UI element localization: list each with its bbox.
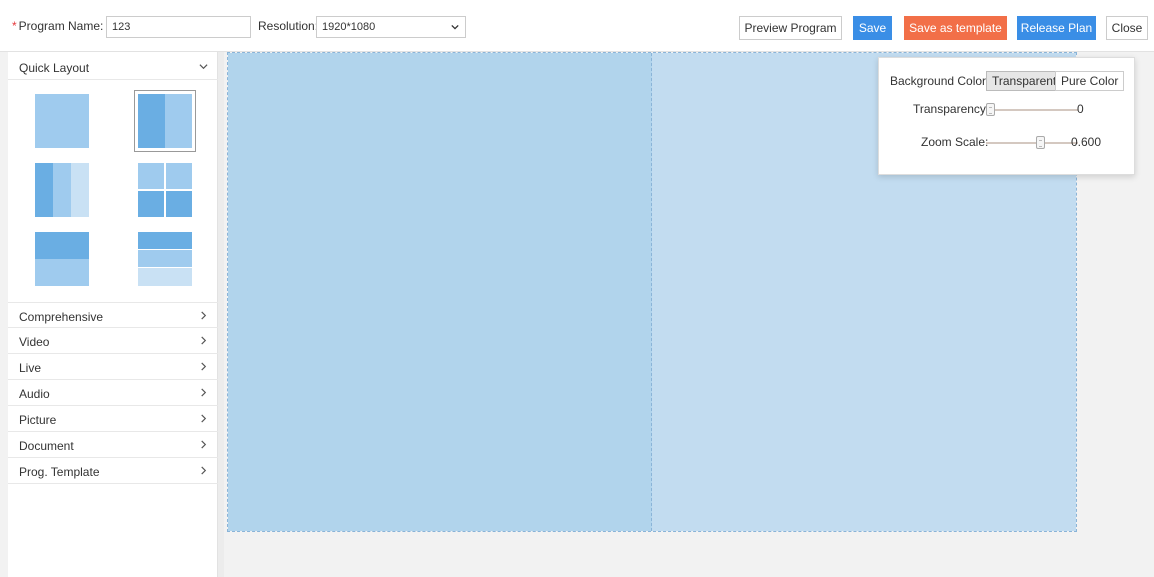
zoom-slider-track[interactable] xyxy=(986,142,1078,144)
save-button[interactable]: Save xyxy=(853,16,892,40)
category-label: Picture xyxy=(19,413,57,427)
category-label: Video xyxy=(19,335,50,349)
required-mark: * xyxy=(12,19,17,33)
widget-sidebar: Quick Layout Comprehensive Video Live Au… xyxy=(8,52,218,577)
transparency-label: Transparency: xyxy=(913,102,990,116)
layout-three-columns[interactable] xyxy=(31,159,93,221)
chevron-right-icon xyxy=(201,336,207,345)
resolution-value: 1920*1080 xyxy=(322,21,376,33)
category-video[interactable]: Video xyxy=(8,328,218,354)
sidebar-scrollbar[interactable] xyxy=(218,52,224,577)
zoom-slider-handle[interactable] xyxy=(1035,136,1045,149)
category-picture[interactable]: Picture xyxy=(8,406,218,432)
resolution-label: Resolution: xyxy=(258,19,319,33)
transparency-value: 0 xyxy=(1077,102,1084,116)
category-label: Comprehensive xyxy=(19,310,104,324)
transparency-slider-track[interactable] xyxy=(986,109,1078,111)
chevron-right-icon xyxy=(201,440,207,449)
release-plan-button[interactable]: Release Plan xyxy=(1017,16,1096,40)
chevron-right-icon xyxy=(201,466,207,475)
preview-program-button[interactable]: Preview Program xyxy=(739,16,842,40)
category-audio[interactable]: Audio xyxy=(8,380,218,406)
resolution-select[interactable]: 1920*1080 xyxy=(316,16,466,38)
category-label: Live xyxy=(19,361,42,375)
layout-three-rows[interactable] xyxy=(134,228,196,290)
chevron-right-icon xyxy=(201,311,207,320)
category-label: Document xyxy=(19,439,74,453)
background-color-label: Background Color: xyxy=(890,74,990,88)
canvas-settings-panel: Background Color: Transparent Pure Color… xyxy=(878,57,1135,175)
category-label: Audio xyxy=(19,387,50,401)
bg-transparent-option[interactable]: Transparent xyxy=(986,71,1063,91)
chevron-down-icon xyxy=(199,64,208,70)
chevron-right-icon xyxy=(201,362,207,371)
program-name-label-text: Program Name: xyxy=(18,19,104,33)
category-prog-template[interactable]: Prog. Template xyxy=(8,458,218,484)
layout-two-rows[interactable] xyxy=(31,228,93,290)
program-name-input[interactable] xyxy=(106,16,251,38)
layout-two-columns[interactable] xyxy=(134,90,196,152)
transparency-slider-handle[interactable] xyxy=(986,103,995,116)
quick-layout-header[interactable]: Quick Layout xyxy=(8,54,218,80)
chevron-right-icon xyxy=(201,388,207,397)
layout-region-left[interactable] xyxy=(228,53,652,531)
chevron-down-icon xyxy=(451,24,459,30)
program-name-label: * Program Name: xyxy=(12,19,103,33)
category-document[interactable]: Document xyxy=(8,432,218,458)
zoom-scale-label: Zoom Scale: xyxy=(921,135,989,149)
category-live[interactable]: Live xyxy=(8,354,218,380)
layout-single[interactable] xyxy=(31,90,93,152)
category-label: Prog. Template xyxy=(19,465,100,479)
zoom-value: 0.600 xyxy=(1071,135,1102,149)
close-button[interactable]: Close xyxy=(1106,16,1148,40)
layout-four-grid[interactable] xyxy=(134,159,196,221)
top-toolbar: *Program Name: Resolution: 1920*1080 Pre… xyxy=(0,0,1154,52)
save-as-template-button[interactable]: Save as template xyxy=(904,16,1007,40)
chevron-right-icon xyxy=(201,414,207,423)
category-comprehensive[interactable]: Comprehensive xyxy=(8,302,218,328)
quick-layout-title: Quick Layout xyxy=(19,61,90,75)
bg-pure-color-option[interactable]: Pure Color xyxy=(1055,71,1125,91)
